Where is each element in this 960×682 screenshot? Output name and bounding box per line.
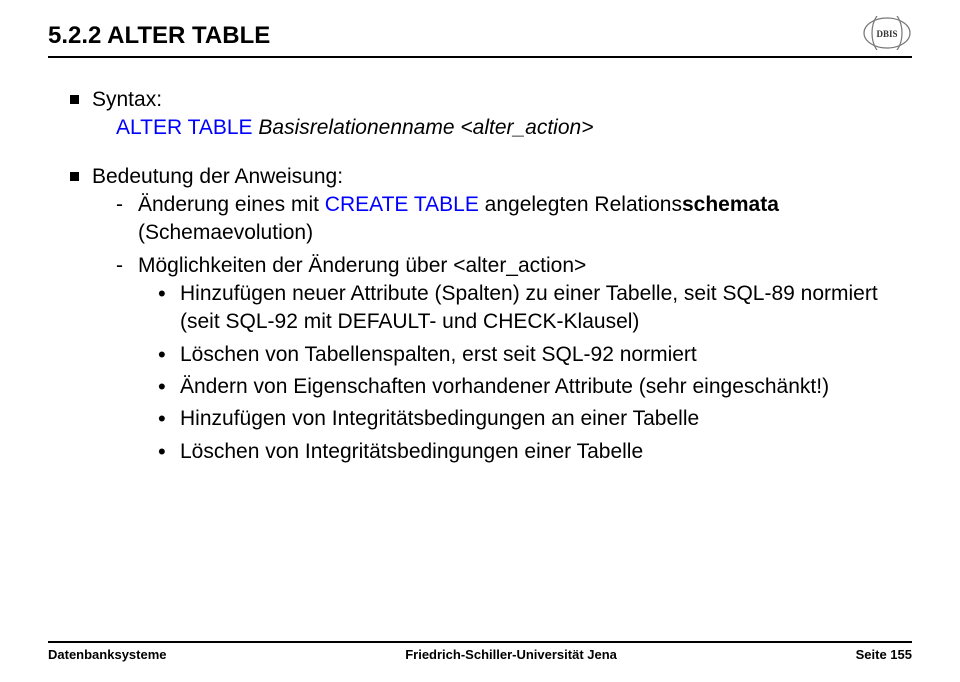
syntax-relation-name: Basisrelationenname bbox=[258, 116, 454, 139]
syntax-block: Syntax: ALTER TABLE Basisrelationenname … bbox=[70, 86, 912, 143]
slide-title: 5.2.2 ALTER TABLE bbox=[48, 22, 270, 50]
section-title: ALTER TABLE bbox=[107, 22, 270, 49]
syntax-alter-action: <alter_action> bbox=[460, 116, 593, 139]
footer-course-name: Datenbanksysteme bbox=[48, 647, 167, 662]
dot-item-text: Löschen von Tabellenspalten, erst seit S… bbox=[180, 343, 697, 366]
slide-header: 5.2.2 ALTER TABLE DBIS bbox=[48, 22, 912, 50]
dash-item: Änderung eines mit CREATE TABLE angelegt… bbox=[116, 191, 912, 248]
dot-list: Hinzufügen neuer Attribute (Spalten) zu … bbox=[138, 280, 912, 466]
svg-text:DBIS: DBIS bbox=[876, 29, 897, 39]
section-number: 5.2.2 bbox=[48, 22, 101, 49]
dash-item-text: Möglichkeiten der Änderung über <alter_a… bbox=[138, 254, 586, 277]
syntax-keyword: ALTER TABLE bbox=[116, 116, 253, 139]
dot-item: Löschen von Integritätsbedingungen einer… bbox=[158, 438, 912, 466]
dot-item-text: Löschen von Integritätsbedingungen einer… bbox=[180, 440, 643, 463]
dash-item-text-suffix: (Schemaevolution) bbox=[138, 221, 313, 244]
footer-page-number: Seite 155 bbox=[856, 647, 912, 662]
meaning-label: Bedeutung der Anweisung: bbox=[92, 163, 912, 191]
syntax-label: Syntax: bbox=[92, 86, 912, 114]
dot-item-text: Hinzufügen von Integritätsbedingungen an… bbox=[180, 407, 699, 430]
dash-item-text-bold: schemata bbox=[682, 193, 779, 216]
dash-list: Änderung eines mit CREATE TABLE angelegt… bbox=[92, 191, 912, 466]
dbis-logo: DBIS bbox=[862, 16, 912, 50]
dot-item: Hinzufügen neuer Attribute (Spalten) zu … bbox=[158, 280, 912, 337]
footer-divider bbox=[48, 641, 912, 643]
dash-item-text-prefix: Änderung eines mit bbox=[138, 193, 325, 216]
dot-item: Ändern von Eigenschaften vorhandener Att… bbox=[158, 373, 912, 401]
title-underline bbox=[48, 56, 912, 58]
dot-item-text: Hinzufügen neuer Attribute (Spalten) zu … bbox=[180, 282, 878, 333]
dot-item-text: Ändern von Eigenschaften vorhandener Att… bbox=[180, 375, 829, 398]
dot-item: Hinzufügen von Integritätsbedingungen an… bbox=[158, 405, 912, 433]
meaning-block: Bedeutung der Anweisung: Änderung eines … bbox=[70, 163, 912, 466]
dot-item: Löschen von Tabellenspalten, erst seit S… bbox=[158, 341, 912, 369]
dash-item-text-mid: angelegten Relations bbox=[479, 193, 682, 216]
dash-item-keyword: CREATE TABLE bbox=[325, 193, 479, 216]
slide-footer: Datenbanksysteme Friedrich-Schiller-Univ… bbox=[0, 641, 960, 662]
footer-university: Friedrich-Schiller-Universität Jena bbox=[405, 647, 617, 662]
slide-content: Syntax: ALTER TABLE Basisrelationenname … bbox=[48, 86, 912, 466]
syntax-line: ALTER TABLE Basisrelationenname <alter_a… bbox=[92, 114, 912, 142]
dash-item: Möglichkeiten der Änderung über <alter_a… bbox=[116, 252, 912, 466]
